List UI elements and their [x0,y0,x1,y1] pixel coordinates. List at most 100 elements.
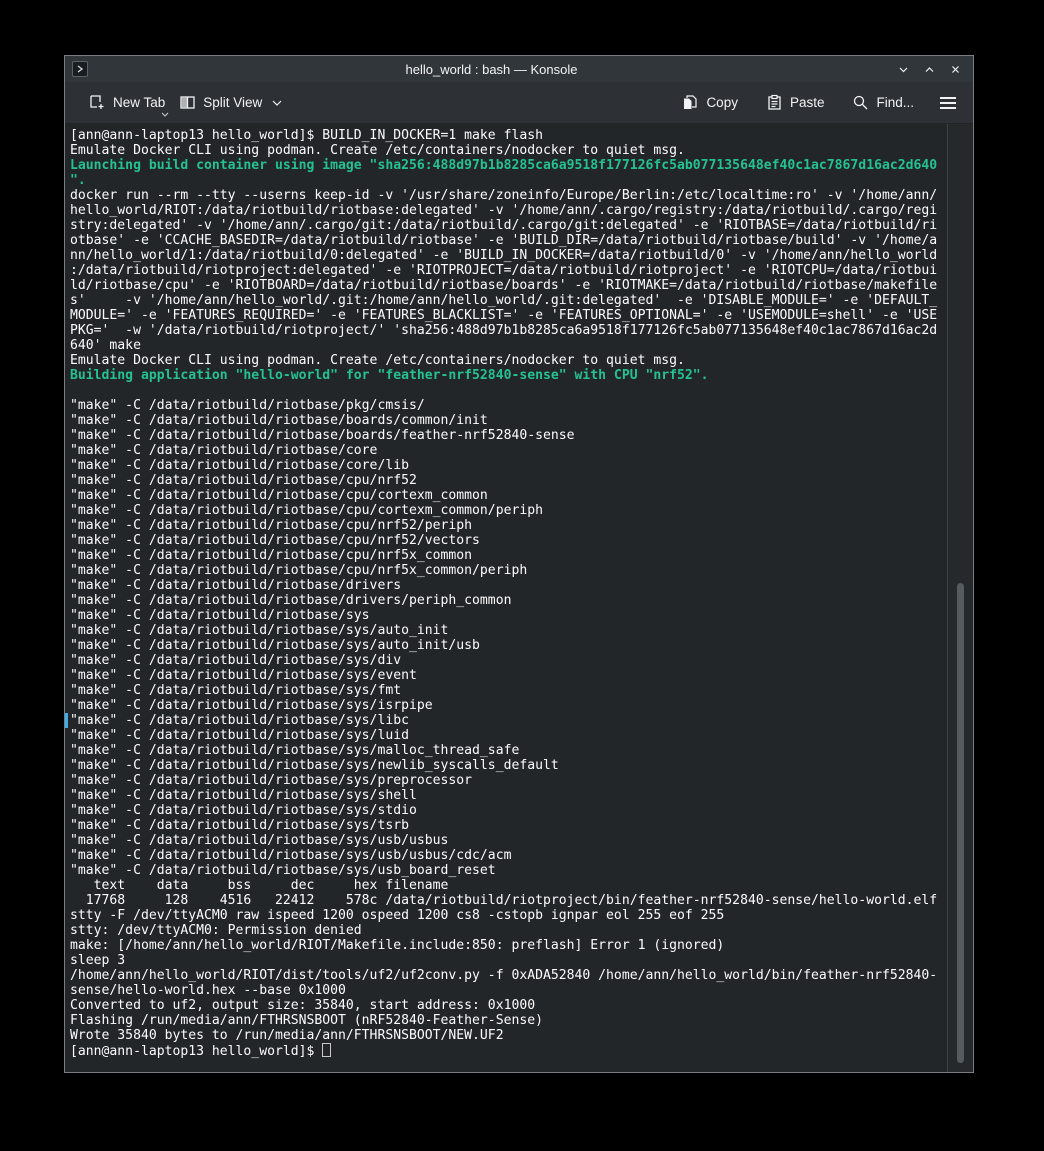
scrollbar-thumb[interactable] [957,583,964,1063]
terminal-line: sense/hello-world.hex --base 0x1000 [70,983,945,998]
close-icon [949,63,962,76]
terminal-line [70,383,945,398]
terminal-line: make: [/home/ann/hello_world/RIOT/Makefi… [70,938,945,953]
new-tab-button[interactable]: New Tab [82,89,172,116]
terminal-cursor [322,1043,331,1057]
terminal-line: "make" -C /data/riotbuild/riotbase/sys/t… [70,818,945,833]
terminal-line: "make" -C /data/riotbuild/riotbase/sys/a… [70,638,945,653]
menu-button[interactable] [935,91,961,115]
chevron-down-icon [161,112,169,117]
terminal-line: "make" -C /data/riotbuild/riotbase/sys/i… [70,698,945,713]
find-button[interactable]: Find... [845,89,921,116]
close-button[interactable] [947,61,964,78]
terminal-line: Emulate Docker CLI using podman. Create … [70,143,945,158]
terminal-line: PKG=' -w '/data/riotbuild/riotproject/' … [70,323,945,338]
terminal-line: docker run --rm --tty --userns keep-id -… [70,188,945,203]
terminal-line: "make" -C /data/riotbuild/riotbase/sys/u… [70,848,945,863]
terminal-line: Building application "hello-world" for "… [70,368,945,383]
terminal-line: "make" -C /data/riotbuild/riotbase/sys/d… [70,653,945,668]
terminal-line: s' -v '/home/ann/hello_world/.git:/home/… [70,293,945,308]
terminal-line: Emulate Docker CLI using podman. Create … [70,353,945,368]
terminal-line: "make" -C /data/riotbuild/riotbase/sys/u… [70,863,945,878]
paste-button[interactable]: Paste [759,89,832,116]
terminal-prompt-icon [75,64,85,74]
terminal-line: MODULE=' -e 'FEATURES_REQUIRED=' -e 'FEA… [70,308,945,323]
terminal-line: "make" -C /data/riotbuild/riotbase/sys/s… [70,788,945,803]
split-view-button[interactable]: Split View [172,89,289,116]
paste-label: Paste [790,95,825,110]
output-bookmark-marker [65,713,68,728]
terminal-line: "make" -C /data/riotbuild/riotbase/drive… [70,578,945,593]
new-tab-label: New Tab [113,95,165,110]
terminal-line: "make" -C /data/riotbuild/riotbase/sys/s… [70,803,945,818]
chevron-up-icon [923,63,936,76]
terminal-line: "make" -C /data/riotbuild/riotbase/sys/p… [70,773,945,788]
terminal-line: "make" -C /data/riotbuild/riotbase/sys [70,608,945,623]
terminal-line: "make" -C /data/riotbuild/riotbase/sys/e… [70,668,945,683]
terminal-line: "make" -C /data/riotbuild/riotbase/cpu/n… [70,518,945,533]
copy-icon [682,94,699,111]
maximize-button[interactable] [921,61,938,78]
split-view-label: Split View [203,95,262,110]
terminal[interactable]: [ann@ann-laptop13 hello_world]$ BUILD_IN… [65,124,973,1072]
split-view-icon [179,94,196,111]
terminal-line: "make" -C /data/riotbuild/riotbase/sys/l… [70,728,945,743]
terminal-line: "make" -C /data/riotbuild/riotbase/sys/a… [70,623,945,638]
window-controls [895,61,964,78]
paste-icon [766,94,783,111]
terminal-line: "make" -C /data/riotbuild/riotbase/sys/u… [70,833,945,848]
copy-button[interactable]: Copy [675,89,745,116]
terminal-line: Launching build container using image "s… [70,158,945,173]
terminal-line: nn/hello_world/1:/data/riotbuild/0:deleg… [70,248,945,263]
titlebar[interactable]: hello_world : bash — Konsole [65,56,973,82]
terminal-output: [ann@ann-laptop13 hello_world]$ BUILD_IN… [70,128,945,1058]
terminal-line: "make" -C /data/riotbuild/riotbase/pkg/c… [70,398,945,413]
terminal-line: "make" -C /data/riotbuild/riotbase/cpu/n… [70,563,945,578]
terminal-line: ld/riotbase/cpu' -e 'RIOTBOARD=/data/rio… [70,278,945,293]
terminal-line: Wrote 35840 bytes to /run/media/ann/FTHR… [70,1028,945,1043]
minimize-button[interactable] [895,61,912,78]
terminal-line: 17768 128 4516 22412 578c /data/riotbuil… [70,893,945,908]
terminal-line: 640' make [70,338,945,353]
copy-label: Copy [706,95,738,110]
chevron-down-icon [897,63,910,76]
terminal-line: Flashing /run/media/ann/FTHRSNSBOOT (nRF… [70,1013,945,1028]
terminal-line: "make" -C /data/riotbuild/riotbase/cpu/c… [70,488,945,503]
terminal-line: /home/ann/hello_world/RIOT/dist/tools/uf… [70,968,945,983]
terminal-line: sleep 3 [70,953,945,968]
toolbar-right-group: Copy Paste Find... [675,89,961,116]
konsole-window: hello_world : bash — Konsole [64,55,974,1073]
find-label: Find... [876,95,914,110]
terminal-line: ". [70,173,945,188]
terminal-line: "make" -C /data/riotbuild/riotbase/board… [70,428,945,443]
toolbar: New Tab Split View Copy [65,82,973,124]
terminal-line: otbase' -e 'CCACHE_BASEDIR=/data/riotbui… [70,233,945,248]
terminal-line: "make" -C /data/riotbuild/riotbase/board… [70,413,945,428]
terminal-line: "make" -C /data/riotbuild/riotbase/core [70,443,945,458]
terminal-line: "make" -C /data/riotbuild/riotbase/drive… [70,593,945,608]
terminal-line: [ann@ann-laptop13 hello_world]$ BUILD_IN… [70,128,945,143]
terminal-line: Converted to uf2, output size: 35840, st… [70,998,945,1013]
terminal-line: "make" -C /data/riotbuild/riotbase/cpu/c… [70,503,945,518]
search-icon [852,94,869,111]
hamburger-menu-icon [939,96,957,110]
terminal-line: "make" -C /data/riotbuild/riotbase/cpu/n… [70,548,945,563]
terminal-line: stty -F /dev/ttyACM0 raw ispeed 1200 osp… [70,908,945,923]
terminal-line: "make" -C /data/riotbuild/riotbase/core/… [70,458,945,473]
terminal-line: "make" -C /data/riotbuild/riotbase/cpu/n… [70,533,945,548]
terminal-line: "make" -C /data/riotbuild/riotbase/sys/f… [70,683,945,698]
terminal-line: stty: /dev/ttyACM0: Permission denied [70,923,945,938]
scrollbar-track[interactable] [947,124,973,1072]
terminal-line: :/data/riotbuild/riotproject:delegated' … [70,263,945,278]
chevron-down-icon [272,100,282,106]
terminal-line: text data bss dec hex filename [70,878,945,893]
konsole-app-icon[interactable] [72,61,88,77]
terminal-line: "make" -C /data/riotbuild/riotbase/sys/n… [70,758,945,773]
terminal-line: [ann@ann-laptop13 hello_world]$ [70,1043,945,1058]
terminal-line: "make" -C /data/riotbuild/riotbase/sys/l… [70,713,945,728]
window-title: hello_world : bash — Konsole [88,62,895,77]
terminal-line: "make" -C /data/riotbuild/riotbase/cpu/n… [70,473,945,488]
new-tab-icon [89,94,106,111]
terminal-line: hello_world/RIOT:/data/riotbuild/riotbas… [70,203,945,218]
terminal-line: stry:delegated' -v '/home/ann/.cargo/git… [70,218,945,233]
